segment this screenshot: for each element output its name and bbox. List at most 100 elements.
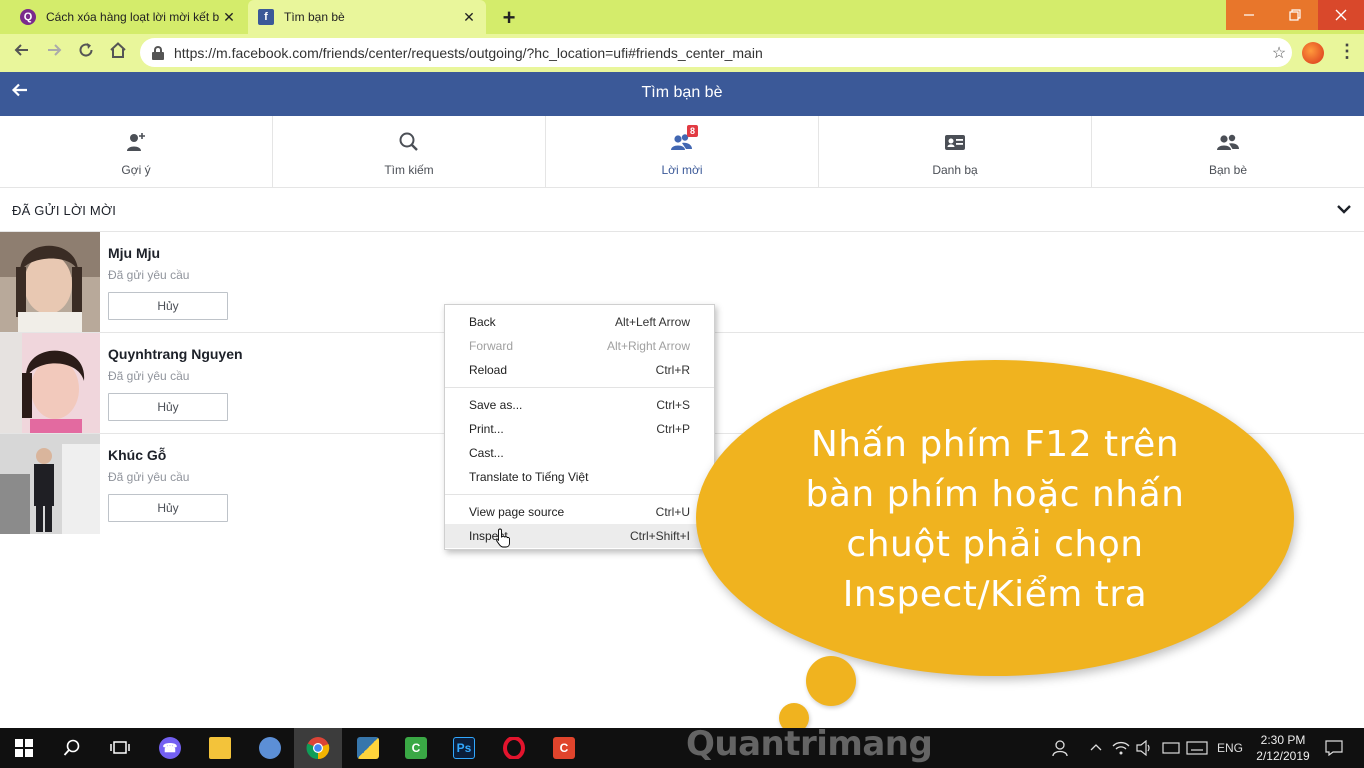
request-name[interactable]: Mju Mju: [108, 245, 160, 261]
facebook-favicon-icon: f: [258, 9, 274, 25]
tab-label: Danh bạ: [932, 163, 978, 177]
opera-icon: [503, 737, 525, 759]
extension-icon[interactable]: [1302, 42, 1324, 64]
reload-icon: [79, 43, 93, 57]
system-clock[interactable]: 2:30 PM 2/12/2019: [1252, 732, 1314, 764]
menu-item-label: Translate to Tiếng Việt: [469, 470, 589, 484]
menu-item-label: Cast...: [469, 446, 504, 460]
menu-item-print[interactable]: Print... Ctrl+P: [445, 417, 714, 441]
menu-item-label: Reload: [469, 363, 508, 377]
browser-tab-facebook[interactable]: f Tìm bạn bè ✕: [248, 0, 486, 34]
avatar[interactable]: [0, 333, 100, 433]
paint-palette-icon: [259, 737, 281, 759]
sent-requests-section-header[interactable]: ĐÃ GỬI LỜI MỜI: [0, 189, 1364, 232]
tab-title: Tìm bạn bè: [284, 10, 345, 24]
minimize-window-button[interactable]: [1226, 0, 1272, 30]
volume-icon[interactable]: [1134, 728, 1156, 768]
callout-line: chuột phải chọn: [846, 524, 1144, 565]
tab-close-icon[interactable]: ✕: [460, 9, 478, 26]
page-title: Tìm bạn bè: [641, 84, 723, 101]
photoshop-icon: Ps: [453, 737, 475, 759]
windows-taskbar: ☎ C Ps C ENG 2:30 PM 2/12/2019: [0, 728, 1364, 768]
menu-item-shortcut: Ctrl+S: [656, 398, 690, 412]
tab-close-icon[interactable]: ✕: [220, 9, 238, 26]
chevron-up-icon[interactable]: [1086, 728, 1106, 768]
camtasia-icon: C: [405, 737, 427, 759]
tab-search[interactable]: Tìm kiếm: [273, 116, 546, 187]
callout-line: bàn phím hoặc nhấn: [805, 474, 1185, 515]
windows-logo-icon: [15, 739, 33, 757]
browser-tab-strip: Q Cách xóa hàng loạt lời mời kết b ✕ f T…: [0, 0, 1364, 34]
menu-item-label: Forward: [469, 339, 514, 353]
browser-back-button[interactable]: [10, 41, 34, 65]
request-name[interactable]: Khúc Gỗ: [108, 447, 166, 463]
avatar[interactable]: [0, 434, 100, 534]
menu-item-label: View page source: [469, 505, 565, 519]
taskbar-paint[interactable]: [246, 728, 294, 768]
people-icon[interactable]: [1048, 728, 1074, 768]
menu-item-label: Back: [469, 315, 496, 329]
notification-icon[interactable]: [1320, 728, 1348, 768]
tab-label: Tìm kiếm: [384, 163, 434, 177]
menu-item-save-as[interactable]: Save as... Ctrl+S: [445, 393, 714, 417]
tab-title: Cách xóa hàng loạt lời mời kết b: [46, 10, 220, 24]
friends-nav: Gợi ý Tìm kiếm 8 Lời mời Danh bạ Bạn bè: [0, 116, 1364, 188]
avatar[interactable]: [0, 232, 100, 332]
browser-tab-article[interactable]: Q Cách xóa hàng loạt lời mời kết b ✕: [10, 0, 246, 34]
callout-text: Nhấn phím F12 trên bàn phím hoặc nhấn ch…: [706, 420, 1284, 620]
taskbar-opera[interactable]: [490, 728, 538, 768]
quantrimang-favicon-icon: Q: [20, 9, 36, 25]
menu-item-shortcut: Ctrl+U: [655, 505, 690, 519]
browser-forward-button[interactable]: [42, 41, 66, 65]
network-icon[interactable]: [1160, 728, 1182, 768]
context-menu: Back Alt+Left Arrow Forward Alt+Right Ar…: [444, 304, 715, 550]
taskbar-chrome[interactable]: [294, 728, 342, 768]
tab-requests[interactable]: 8 Lời mời: [546, 116, 819, 187]
cancel-request-button[interactable]: Hủy: [108, 393, 228, 421]
tab-contacts[interactable]: Danh bạ: [819, 116, 1092, 187]
request-name[interactable]: Quynhtrang Nguyen: [108, 346, 243, 362]
browser-home-button[interactable]: [106, 41, 130, 65]
request-status: Đã gửi yêu cầu: [108, 470, 190, 484]
taskbar-file-explorer[interactable]: [196, 728, 244, 768]
task-view-button[interactable]: [96, 728, 144, 768]
menu-item-cast[interactable]: Cast...: [445, 441, 714, 465]
taskbar-python[interactable]: [344, 728, 392, 768]
menu-item-translate[interactable]: Translate to Tiếng Việt: [445, 465, 714, 489]
browser-menu-icon[interactable]: ⋮: [1338, 41, 1356, 62]
keyboard-icon[interactable]: [1184, 728, 1210, 768]
browser-reload-button[interactable]: [74, 41, 98, 65]
menu-item-forward[interactable]: Forward Alt+Right Arrow: [445, 334, 714, 358]
taskbar-search-button[interactable]: [48, 728, 96, 768]
restore-window-button[interactable]: [1272, 0, 1318, 30]
new-tab-button[interactable]: +: [498, 5, 520, 31]
request-status: Đã gửi yêu cầu: [108, 268, 190, 282]
arrow-left-icon: [14, 44, 28, 56]
menu-divider: [445, 387, 714, 388]
tab-friends[interactable]: Bạn bè: [1092, 116, 1364, 187]
address-url: https://m.facebook.com/friends/center/re…: [174, 44, 763, 61]
taskbar-photoshop[interactable]: Ps: [440, 728, 488, 768]
tab-suggestions[interactable]: Gợi ý: [0, 116, 273, 187]
cancel-request-button[interactable]: Hủy: [108, 494, 228, 522]
menu-item-back[interactable]: Back Alt+Left Arrow: [445, 310, 714, 334]
menu-item-shortcut: Ctrl+P: [656, 422, 690, 436]
cancel-request-button[interactable]: Hủy: [108, 292, 228, 320]
python-icon: [357, 737, 379, 759]
minimize-icon: [1244, 14, 1254, 16]
menu-item-inspect[interactable]: Inspect Ctrl+Shift+I: [445, 524, 714, 548]
taskbar-viber[interactable]: ☎: [146, 728, 194, 768]
bookmark-star-icon[interactable]: ☆: [1266, 43, 1292, 63]
language-indicator[interactable]: ENG: [1212, 728, 1248, 768]
chevron-down-icon[interactable]: [1336, 201, 1352, 217]
taskbar-camtasia-red[interactable]: C: [540, 728, 588, 768]
menu-item-shortcut: Ctrl+R: [655, 363, 690, 377]
restore-icon: [1289, 9, 1301, 21]
start-button[interactable]: [0, 728, 48, 768]
address-bar[interactable]: https://m.facebook.com/friends/center/re…: [140, 38, 1292, 67]
menu-item-reload[interactable]: Reload Ctrl+R: [445, 358, 714, 382]
wifi-icon[interactable]: [1110, 728, 1132, 768]
taskbar-camtasia-green[interactable]: C: [392, 728, 440, 768]
menu-item-view-source[interactable]: View page source Ctrl+U: [445, 500, 714, 524]
close-window-button[interactable]: [1318, 0, 1364, 30]
